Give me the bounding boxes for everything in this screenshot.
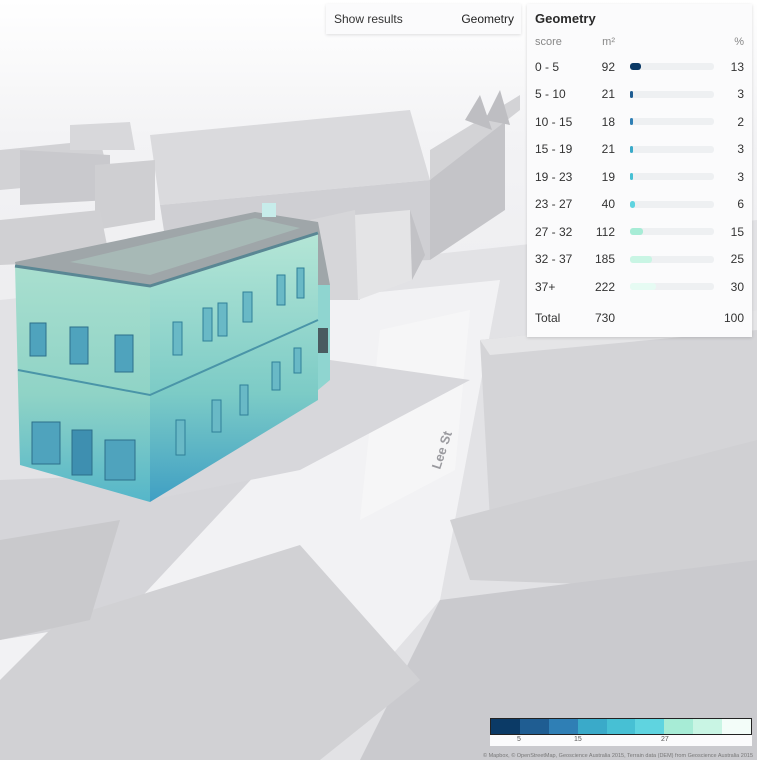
score-color-legend: 5 15 27 xyxy=(490,718,752,746)
row-score: 37+ xyxy=(535,279,556,294)
row-score: 23 - 27 xyxy=(535,197,573,212)
row-area: 112 xyxy=(595,224,615,239)
row-area: 21 xyxy=(601,142,615,157)
row-pct: 3 xyxy=(737,142,744,157)
map-attribution: © Mapbox, © OpenStreetMap, Geoscience Au… xyxy=(483,753,753,759)
row-pct: 3 xyxy=(737,169,744,184)
row-share-fill xyxy=(630,283,657,291)
results-toolbar: Show results Geometry xyxy=(326,4,521,34)
row-score: 10 - 15 xyxy=(535,114,573,129)
row-pct: 2 xyxy=(737,114,744,129)
score-row: 0 - 5 92 13 xyxy=(535,53,744,81)
row-area: 222 xyxy=(594,279,615,294)
row-pct: 13 xyxy=(730,59,744,74)
row-share-fill xyxy=(630,90,634,98)
row-pct: 3 xyxy=(737,87,744,102)
legend-swatch xyxy=(693,719,723,734)
legend-swatch xyxy=(635,719,665,734)
row-area: 92 xyxy=(601,59,615,74)
row-share-fill xyxy=(630,63,642,71)
geometry-results-panel: Geometry score m² % 0 - 5 92 13 5 - 10 21 3 10… xyxy=(527,4,752,337)
total-row: Total 730 100 xyxy=(535,305,744,333)
row-share-fill xyxy=(630,173,634,181)
row-pct: 15 xyxy=(730,224,744,239)
row-score: 32 - 37 xyxy=(535,252,573,267)
legend-swatch xyxy=(606,719,636,734)
row-share-fill xyxy=(630,118,634,126)
row-pct: 6 xyxy=(737,197,744,212)
score-row: 5 - 10 21 3 xyxy=(535,81,744,109)
row-share-bar xyxy=(630,90,714,98)
row-share-bar xyxy=(630,200,714,208)
row-score: 0 - 5 xyxy=(535,59,560,74)
roof-vent xyxy=(262,203,276,217)
legend-swatch xyxy=(519,719,549,734)
row-share-fill xyxy=(630,145,634,153)
legend-tick: 15 xyxy=(574,736,582,743)
total-label: Total xyxy=(535,311,561,326)
row-pct: 25 xyxy=(730,252,744,267)
row-share-fill xyxy=(630,200,636,208)
row-score: 5 - 10 xyxy=(535,87,566,102)
row-share-bar xyxy=(630,63,714,71)
header-area: m² xyxy=(602,36,615,48)
side-door xyxy=(318,328,328,353)
row-share-bar xyxy=(630,228,714,236)
score-row: 19 - 23 19 3 xyxy=(535,163,744,191)
row-share-bar xyxy=(630,145,714,153)
total-area: 730 xyxy=(594,311,615,326)
row-pct: 30 xyxy=(730,279,744,294)
legend-tick: 5 xyxy=(517,736,521,743)
row-score: 19 - 23 xyxy=(535,169,573,184)
row-share-bar xyxy=(630,255,714,263)
score-row: 27 - 32 112 15 xyxy=(535,218,744,246)
legend-swatch xyxy=(548,719,578,734)
score-row: 15 - 19 21 3 xyxy=(535,136,744,164)
legend-ticks: 5 15 27 xyxy=(490,735,752,746)
row-score: 27 - 32 xyxy=(535,224,573,239)
row-share-fill xyxy=(630,228,644,236)
row-area: 18 xyxy=(601,114,615,129)
total-pct: 100 xyxy=(723,311,744,326)
header-pct: % xyxy=(734,36,744,48)
row-score: 15 - 19 xyxy=(535,142,573,157)
row-share-bar xyxy=(630,283,714,291)
results-mode-selector[interactable]: Geometry xyxy=(461,12,514,26)
legend-swatch xyxy=(577,719,607,734)
row-area: 21 xyxy=(601,87,615,102)
score-row: 10 - 15 18 2 xyxy=(535,108,744,136)
legend-swatch xyxy=(722,719,752,734)
score-row: 32 - 37 185 25 xyxy=(535,246,744,274)
panel-title: Geometry xyxy=(535,11,596,26)
row-area: 19 xyxy=(601,169,615,184)
table-header: score m² % xyxy=(535,31,744,53)
legend-swatch xyxy=(664,719,694,734)
row-area: 40 xyxy=(601,197,615,212)
legend-swatches xyxy=(490,718,752,735)
row-area: 185 xyxy=(594,252,615,267)
row-share-bar xyxy=(630,118,714,126)
row-share-fill xyxy=(630,255,652,263)
legend-swatch xyxy=(491,719,520,734)
row-share-bar xyxy=(630,173,714,181)
score-row: 23 - 27 40 6 xyxy=(535,191,744,219)
legend-tick: 27 xyxy=(661,736,669,743)
score-row: 37+ 222 30 xyxy=(535,273,744,301)
header-score: score xyxy=(535,36,562,48)
show-results-label: Show results xyxy=(334,12,403,26)
